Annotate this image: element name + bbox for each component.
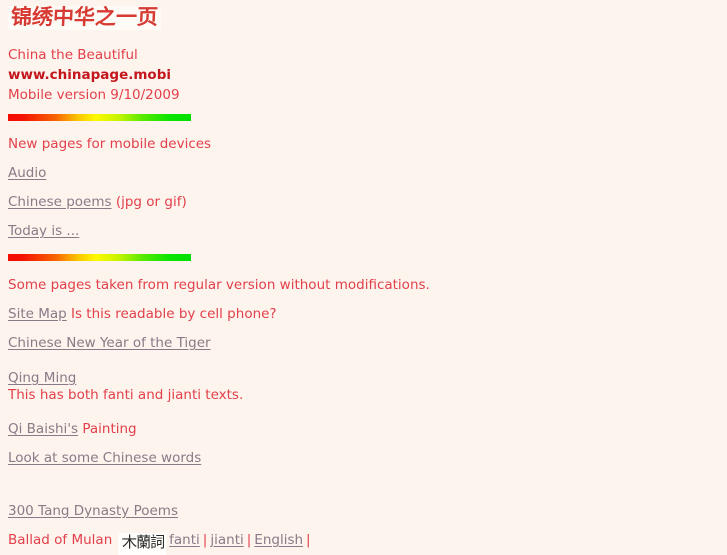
qing-ming-note: This has both fanti and jianti texts. [8,387,719,404]
ballad-of-mulan-label: Ballad of Mulan [8,532,113,548]
mulan-cjk-text: 木蘭詞 [122,533,165,551]
mulan-cjk-title-image: ·木蘭詞 [118,533,167,555]
list-item-qi-baishi: Qi Baishi's Painting [8,415,719,444]
site-map-note: Is this readable by cell phone? [66,306,277,322]
list-item-audio: Audio [8,159,719,188]
link-300-tang-dynasty-poems[interactable]: 300 Tang Dynasty Poems [8,503,178,519]
separator-3: | [306,532,311,548]
header-block: China the Beautiful www.chinapage.mobi M… [8,45,719,105]
link-audio[interactable]: Audio [8,165,46,181]
list-item-year-of-tiger: Chinese New Year of the Tiger [8,329,719,358]
site-title: China the Beautiful [8,47,138,63]
separator-2: | [246,532,252,548]
list-item-site-map: Site Map Is this readable by cell phone? [8,300,719,329]
gradient-divider-middle [8,254,191,261]
list-item-tang-poems: 300 Tang Dynasty Poems [8,497,719,526]
version-line: Mobile version 9/10/2009 [8,87,180,103]
new-pages-heading-text: New pages for mobile devices [8,136,212,152]
link-look-at-chinese-words[interactable]: Look at some Chinese words [8,450,201,466]
site-url: www.chinapage.mobi [8,67,171,83]
regular-version-note-text: Some pages taken from regular version wi… [8,277,430,293]
link-mulan-jianti[interactable]: jianti [210,532,243,548]
link-mulan-english[interactable]: English [254,532,303,548]
site-banner-text: 锦绣中华之一页 [10,5,159,29]
page-root: 锦绣中华之一页 China the Beautiful www.chinapag… [0,0,727,555]
site-banner-image: 锦绣中华之一页 [8,5,161,30]
mulan-cjk-dot: · [121,535,124,545]
qing-ming-note-text: This has both fanti and jianti texts. [8,387,244,403]
gradient-divider-top [8,114,191,121]
link-mulan-fanti[interactable]: fanti [169,532,200,548]
link-chinese-poems[interactable]: Chinese poems [8,194,112,210]
list-item-chinese-words: Look at some Chinese words [8,444,719,473]
regular-version-note: Some pages taken from regular version wi… [8,271,719,300]
list-item-today-is: Today is ... [8,217,719,246]
list-item-qing-ming: Qing Ming [8,370,719,387]
link-chinese-poems-suffix: (jpg or gif) [111,194,187,210]
link-site-map[interactable]: Site Map [8,306,67,322]
separator-1: | [202,532,208,548]
link-qi-baishi[interactable]: Qi Baishi's [8,421,78,437]
list-item-ballad-of-mulan: Ballad of Mulan ·木蘭詞 fanti | jianti | English | [8,526,719,555]
list-item-chinese-poems: Chinese poems (jpg or gif) [8,188,719,217]
qi-baishi-note: Painting [78,421,137,437]
new-pages-heading: New pages for mobile devices [8,130,719,159]
link-today-is[interactable]: Today is ... [8,223,79,239]
link-chinese-new-year-tiger[interactable]: Chinese New Year of the Tiger [8,335,211,351]
link-qing-ming[interactable]: Qing Ming [8,370,76,386]
